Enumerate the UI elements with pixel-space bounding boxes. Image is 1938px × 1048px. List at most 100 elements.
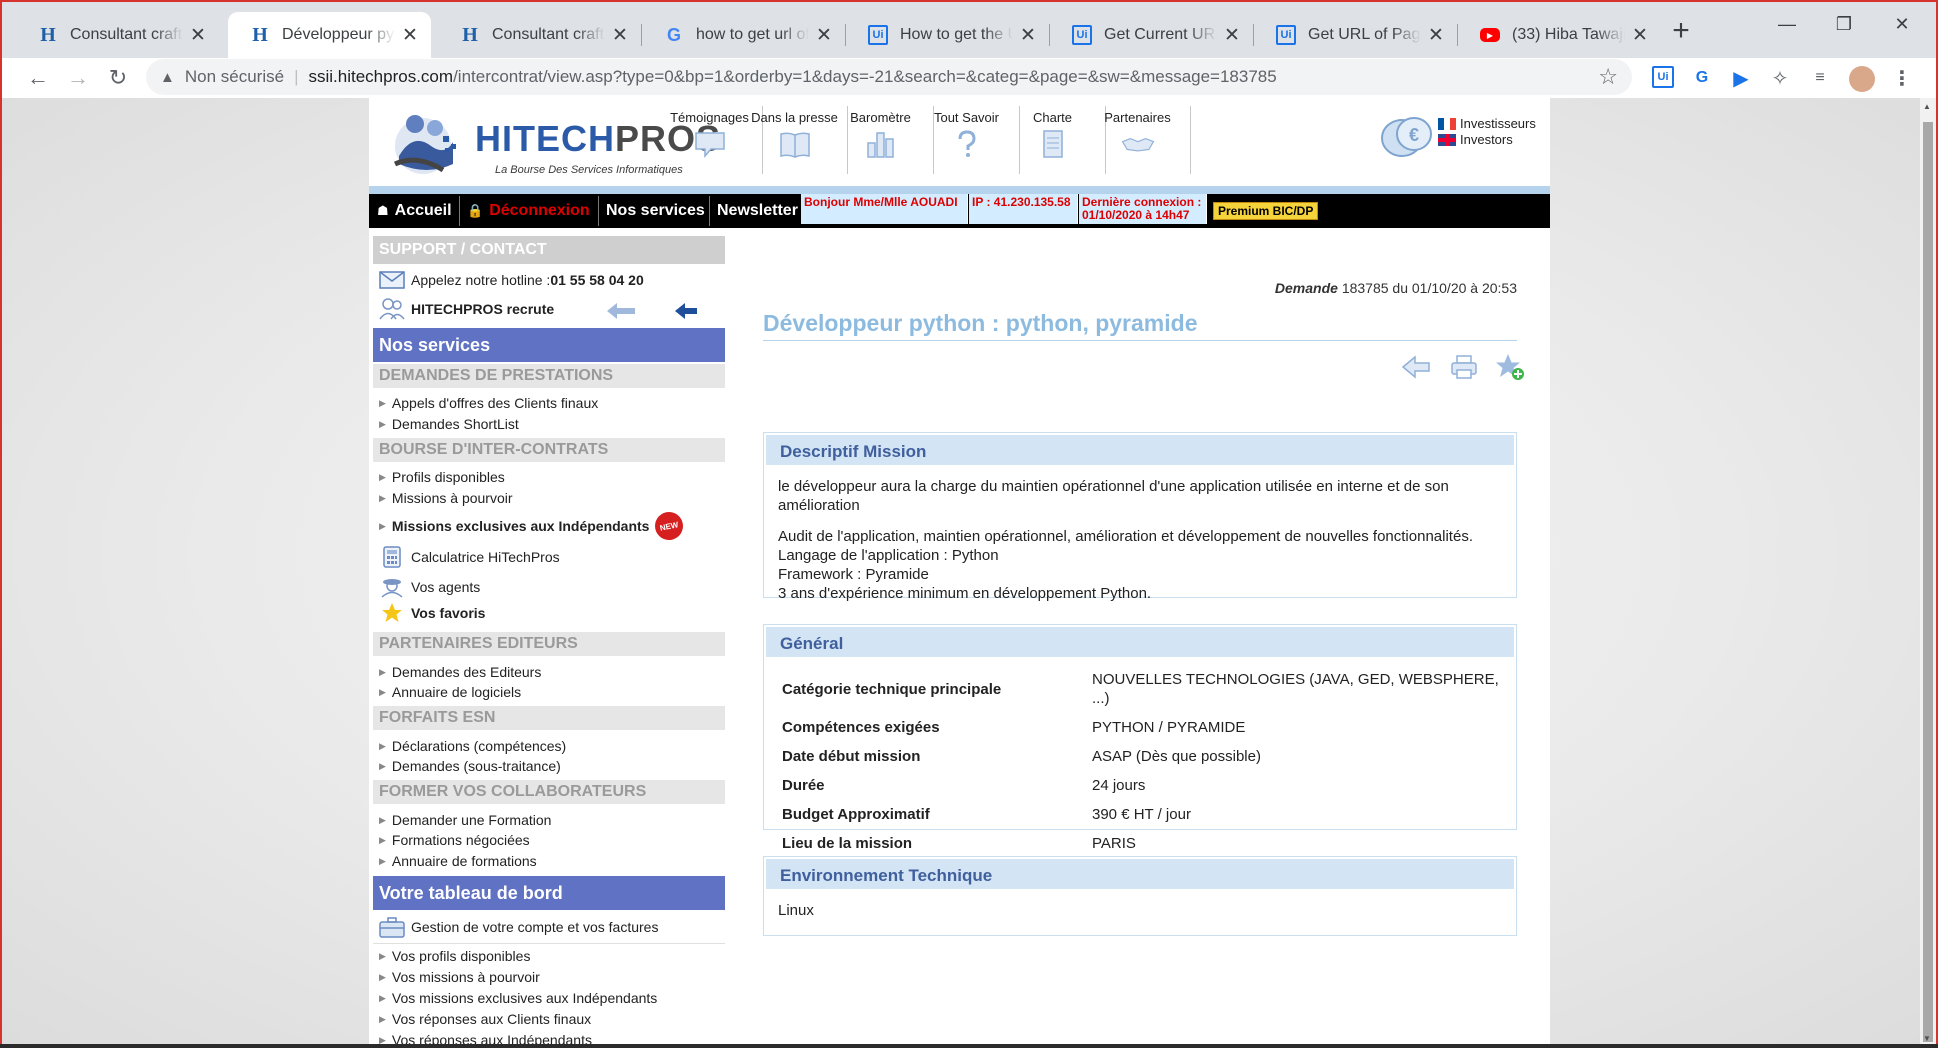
general-key: Lieu de la mission: [782, 835, 913, 852]
user-ip: IP : 41.230.135.58: [969, 194, 1078, 224]
section-editeurs: PARTENAIRES EDITEURS: [373, 632, 725, 656]
house-icon: ☗: [377, 203, 389, 218]
scrollbar-thumb[interactable]: [1923, 122, 1933, 1042]
browser-tab[interactable]: ▶ (33) Hiba Tawaji - Y✕: [1458, 12, 1661, 58]
reload-icon[interactable]: ↻: [102, 62, 134, 94]
minimize-icon[interactable]: —: [1767, 14, 1807, 35]
menu-home[interactable]: ☗ Accueil: [371, 194, 458, 228]
tab-close-icon[interactable]: ✕: [1017, 24, 1039, 47]
user-greeting: Bonjour Mme/Mlle AOUADI: [801, 194, 968, 224]
browser-tab[interactable]: H Consultant craftsman✕: [438, 12, 641, 58]
add-favorite-star-icon[interactable]: [1495, 352, 1525, 382]
general-table: Catégorie technique principale NOUVELLES …: [778, 665, 1512, 858]
investors-fr-label: Investisseurs: [1460, 116, 1536, 131]
browser-tab[interactable]: H Développeur python✕: [228, 12, 431, 58]
sidebar-item-annuaire-formations[interactable]: ▶ Annuaire de formations: [379, 851, 537, 871]
sidebar-item-reponses-clients[interactable]: ▶ Vos réponses aux Clients finaux: [379, 1009, 591, 1029]
vertical-scrollbar[interactable]: ▲ ▼: [1920, 98, 1936, 1046]
sidebar-item-demander-formation[interactable]: ▶ Demander une Formation: [379, 810, 551, 830]
mission-panel-header: Descriptif Mission: [764, 433, 1516, 467]
sidebar-item-sous-traitance[interactable]: ▶ Demandes (sous-traitance): [379, 756, 561, 776]
tab-close-icon[interactable]: ✕: [609, 24, 631, 47]
tab-close-icon[interactable]: ✕: [1425, 24, 1447, 47]
investors-link[interactable]: € Investisseurs Investors: [1380, 108, 1540, 168]
tab-close-icon[interactable]: ✕: [813, 24, 835, 47]
profile-avatar[interactable]: [1849, 66, 1875, 92]
sidebar-item-vos-missions[interactable]: ▶ Vos missions à pourvoir: [379, 967, 540, 987]
menu-logout[interactable]: 🔒 Déconnexion: [461, 194, 596, 228]
tab-close-icon[interactable]: ✕: [187, 24, 209, 47]
left-arrow-light-icon[interactable]: [605, 302, 637, 320]
menu-separator: [709, 196, 710, 226]
hitechpros-logo[interactable]: HITECHPROS La Bourse Des Services Inform…: [387, 102, 720, 184]
sidebar-item-shortlist[interactable]: ▶ Demandes ShortList: [379, 414, 519, 434]
header-nav-separator: [1190, 106, 1191, 174]
sidebar-item-vos-profils[interactable]: ▶ Vos profils disponibles: [379, 946, 530, 966]
hitechpros-page: HITECHPROS La Bourse Des Services Inform…: [369, 98, 1550, 1046]
browser-tab[interactable]: Ui Get URL of Page -✕: [1254, 12, 1457, 58]
sidebar-item-favorites[interactable]: Vos favoris: [379, 600, 485, 626]
scroll-down-icon[interactable]: ▼: [1923, 1034, 1931, 1043]
scroll-up-icon[interactable]: ▲: [1923, 102, 1931, 111]
sidebar-item-exclusive[interactable]: ▶ Missions exclusives aux Indépendants NEW: [379, 509, 687, 543]
general-panel: Général Catégorie technique principale NO…: [763, 624, 1517, 852]
close-window-icon[interactable]: ✕: [1882, 14, 1922, 35]
browser-tab[interactable]: Ui How to get the URL✕: [846, 12, 1049, 58]
browser-tab[interactable]: H Consultant craftsman✕: [16, 12, 219, 58]
print-icon[interactable]: [1449, 352, 1479, 382]
back-arrow-icon[interactable]: ←: [22, 62, 54, 94]
menu-separator: [459, 196, 460, 226]
bookmark-star-icon[interactable]: ☆: [1598, 64, 1618, 90]
hotline-label: Appelez notre hotline :: [411, 272, 551, 288]
tab-title: How to get the URL: [900, 26, 1013, 43]
left-arrow-dark-icon[interactable]: [673, 302, 699, 320]
new-tab-button[interactable]: +: [1666, 16, 1696, 46]
sidebar-item-formations-negociees[interactable]: ▶ Formations négociées: [379, 830, 530, 850]
browser-menu-icon[interactable]: ⋮: [1890, 66, 1914, 90]
security-label: Non sécurisé: [184, 67, 285, 86]
header-nav-partenaires[interactable]: Partenaires: [1086, 104, 1189, 170]
recruits-link[interactable]: HITECHPROS recrute: [379, 296, 554, 322]
tab-bar: HConsultant craftsman✕HDéveloppeur pytho…: [2, 2, 1936, 58]
tab-favicon-icon: H: [462, 23, 478, 46]
uk-flag-icon: [1438, 133, 1456, 146]
sidebar-item-vos-missions-exclusives[interactable]: ▶ Vos missions exclusives aux Indépendant…: [379, 988, 657, 1008]
tab-close-icon[interactable]: ✕: [399, 24, 421, 47]
general-row: Durée 24 jours: [778, 771, 1512, 800]
browser-tab[interactable]: Ghow to get url of webpage✕: [642, 12, 845, 58]
mission-description: le développeur aura la charge du maintie…: [764, 467, 1516, 613]
left-sidebar: SUPPORT / CONTACT Appelez notre hotline …: [373, 236, 725, 1046]
translate-extension-icon[interactable]: G: [1690, 66, 1714, 90]
last-login: Dernière connexion : 01/10/2020 à 14h47: [1079, 194, 1207, 224]
section-bourse: BOURSE D'INTER-CONTRATS: [373, 438, 725, 462]
sidebar-item-calculator[interactable]: Calculatrice HiTechPros: [379, 544, 560, 570]
sidebar-item-appels-offres[interactable]: ▶ Appels d'offres des Clients finaux: [379, 393, 598, 413]
general-value: PYTHON / PYRAMIDE: [1092, 719, 1246, 736]
forward-arrow-icon[interactable]: →: [62, 62, 94, 94]
page-title: Développeur python : python, pyramide: [763, 310, 1198, 336]
request-reference: Demande 183785 du 01/10/20 à 20:53: [1274, 280, 1517, 296]
sidebar-item-missions[interactable]: ▶ Missions à pourvoir: [379, 488, 513, 508]
sidebar-item-account[interactable]: Gestion de votre compte et vos factures: [379, 914, 658, 940]
general-key: Catégorie technique principale: [782, 680, 1002, 698]
sidebar-item-agents[interactable]: Vos agents: [379, 574, 480, 600]
sidebar-item-annuaire-logiciels[interactable]: ▶ Annuaire de logiciels: [379, 682, 521, 702]
menu-newsletter[interactable]: Newsletter: [711, 194, 804, 228]
sidebar-item-demandes-editeurs[interactable]: ▶ Demandes des Editeurs: [379, 662, 541, 682]
address-bar[interactable]: ▲ Non sécurisé | ssii.hitechpros.com /in…: [146, 59, 1632, 95]
sidebar-item-declarations[interactable]: ▶ Déclarations (compétences): [379, 736, 566, 756]
browser-tab[interactable]: Ui Get Current URL -✕: [1050, 12, 1253, 58]
tab-close-icon[interactable]: ✕: [1629, 24, 1651, 47]
tab-close-icon[interactable]: ✕: [1221, 24, 1243, 47]
play-extension-icon[interactable]: ▶: [1729, 66, 1753, 90]
restore-icon[interactable]: ❐: [1824, 14, 1864, 35]
environment-value: Linux: [778, 902, 814, 919]
menu-services[interactable]: Nos services: [600, 194, 711, 228]
back-arrow-icon[interactable]: [1401, 352, 1431, 382]
support-title: SUPPORT / CONTACT: [373, 236, 725, 264]
puzzle-extensions-icon[interactable]: ✧: [1768, 66, 1792, 90]
uipath-extension-icon[interactable]: Ui: [1652, 66, 1674, 88]
sidebar-item-profils[interactable]: ▶ Profils disponibles: [379, 467, 505, 487]
media-queue-icon[interactable]: ≡: [1808, 66, 1832, 90]
general-key: Compétences exigées: [782, 719, 940, 736]
